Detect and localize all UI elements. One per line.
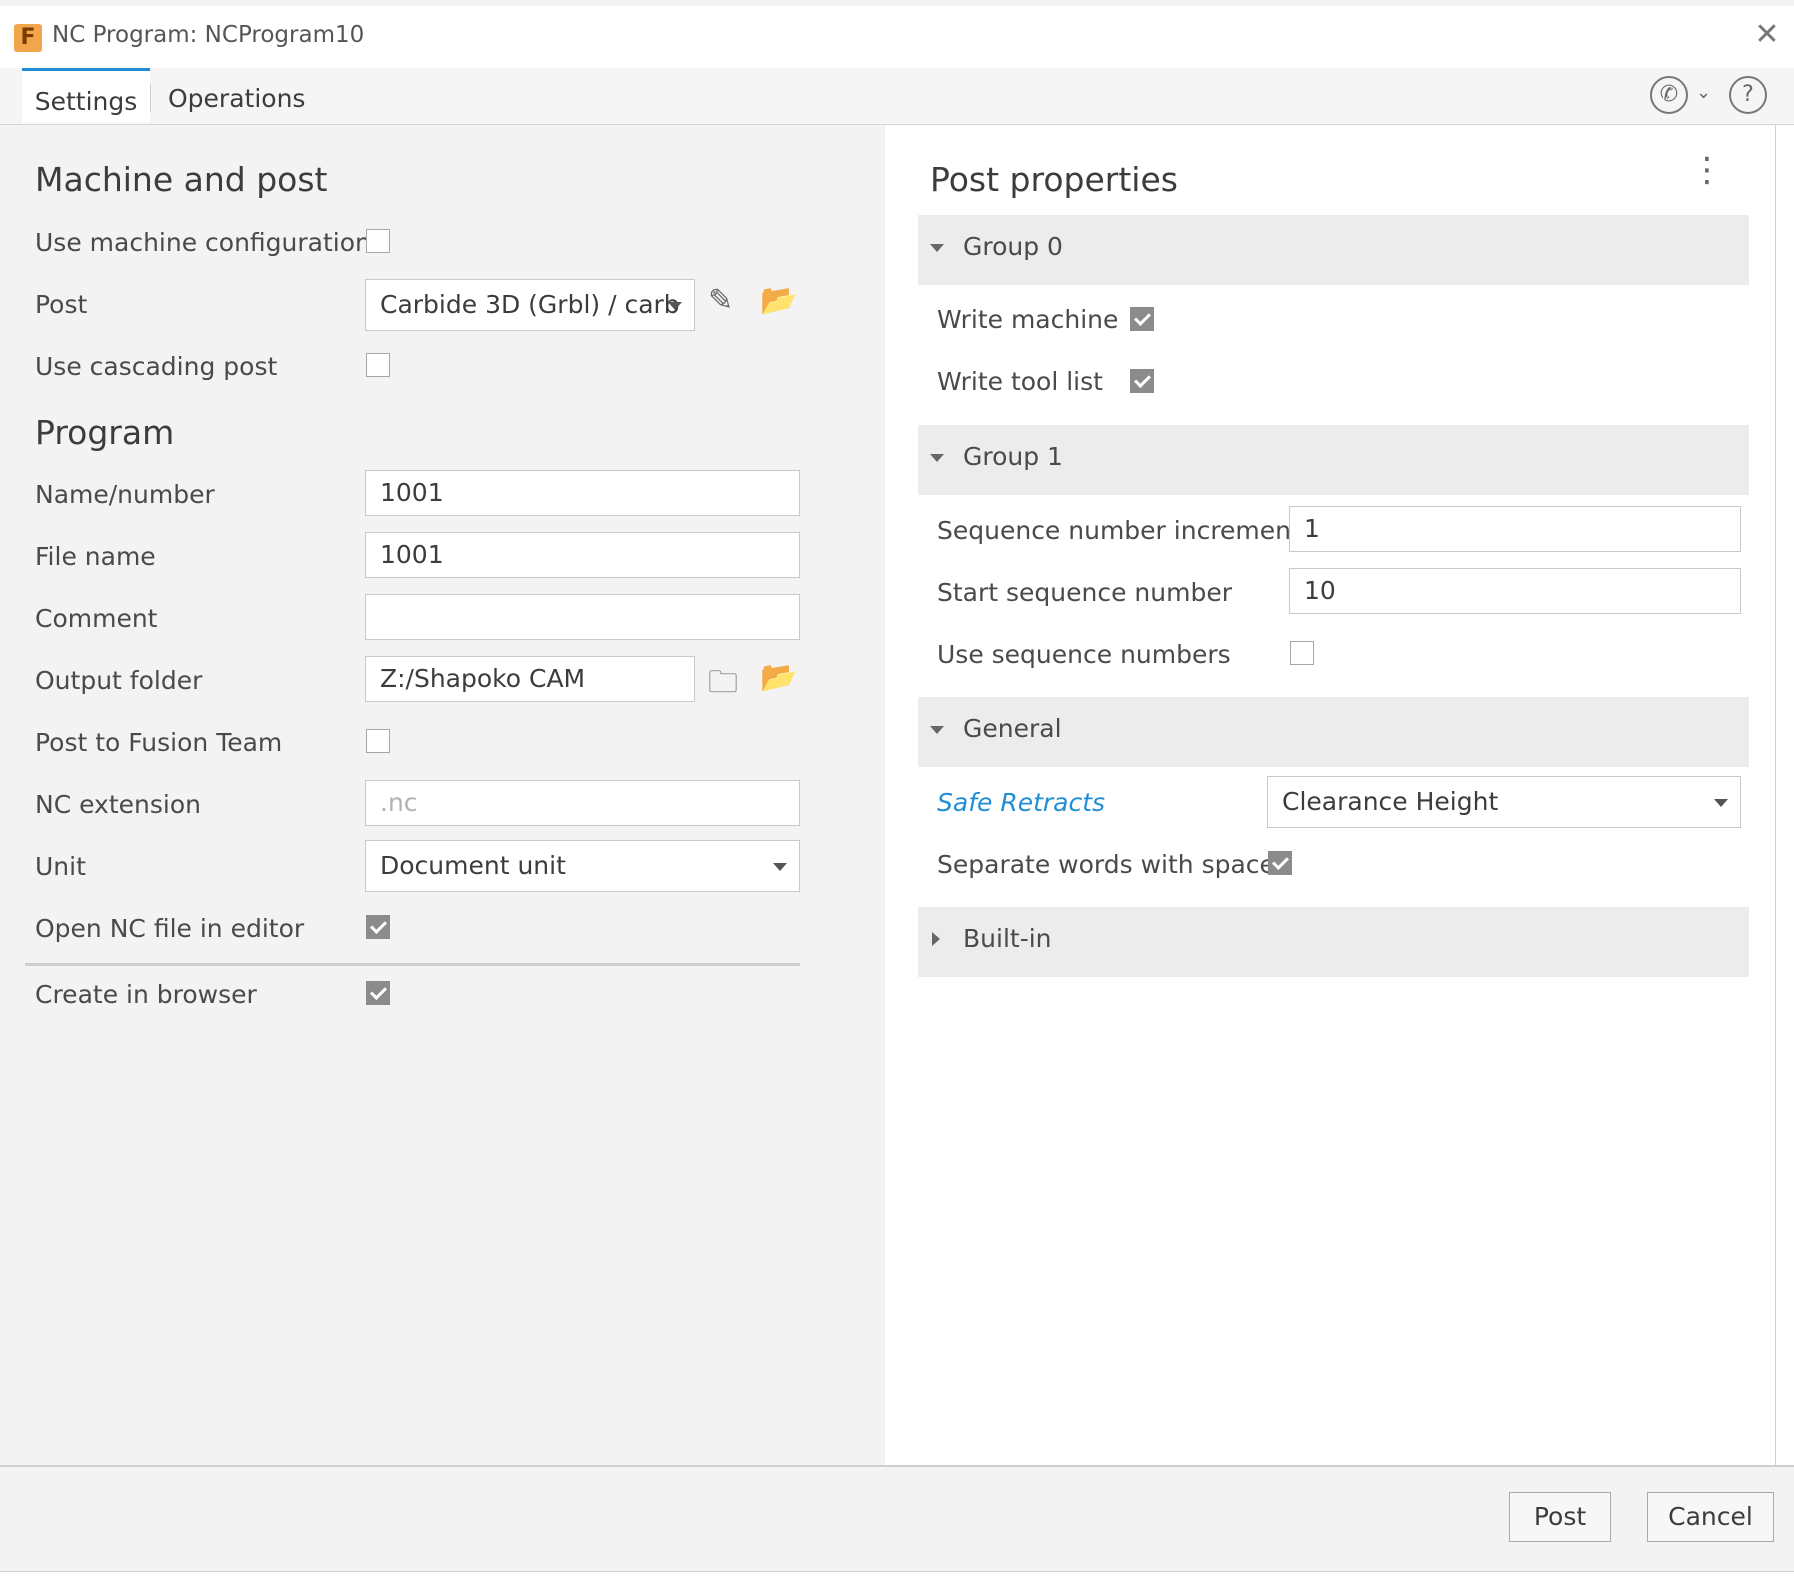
post-properties-title: Post properties	[930, 160, 1178, 199]
group-1-label: Group 1	[963, 442, 1063, 471]
use-sequence-numbers-label: Use sequence numbers	[937, 640, 1231, 669]
more-options-icon[interactable]: ⋮	[1690, 153, 1724, 187]
output-folder-input[interactable]: Z:/Shapoko CAM	[365, 656, 695, 702]
write-machine-label: Write machine	[937, 305, 1119, 334]
program-title: Program	[35, 413, 175, 452]
open-nc-editor-label: Open NC file in editor	[35, 914, 305, 943]
safe-retracts-select[interactable]: Clearance Height	[1267, 776, 1741, 828]
start-sequence-input[interactable]: 10	[1289, 568, 1741, 614]
sequence-increment-input[interactable]: 1	[1289, 506, 1741, 552]
open-folder-icon[interactable]: 📂	[760, 283, 797, 318]
create-in-browser-label: Create in browser	[35, 980, 257, 1009]
use-machine-config-checkbox[interactable]	[366, 229, 390, 253]
write-tool-list-label: Write tool list	[937, 367, 1103, 396]
tab-operations[interactable]: Operations	[168, 68, 305, 123]
title-bar: F NC Program: NCProgram10 ✕	[0, 6, 1794, 68]
nc-extension-input[interactable]: .nc	[365, 780, 800, 826]
fusion-app-icon: F	[14, 24, 42, 52]
file-name-input[interactable]: 1001	[365, 532, 800, 578]
output-folder-label: Output folder	[35, 666, 203, 695]
open-folder-icon[interactable]: 📂	[760, 660, 797, 695]
separate-words-label: Separate words with space	[937, 850, 1275, 879]
use-sequence-numbers-checkbox[interactable]	[1290, 641, 1314, 665]
tab-separator	[150, 84, 151, 112]
write-machine-checkbox[interactable]	[1130, 307, 1154, 331]
pencil-edit-icon[interactable]: ✎	[708, 283, 733, 318]
use-cascading-post-label: Use cascading post	[35, 352, 278, 381]
caret-down-icon	[930, 454, 944, 462]
unit-select[interactable]: Document unit	[365, 840, 800, 892]
post-to-fusion-team-checkbox[interactable]	[366, 729, 390, 753]
nc-extension-label: NC extension	[35, 790, 201, 819]
comment-label: Comment	[35, 604, 158, 633]
post-to-fusion-team-label: Post to Fusion Team	[35, 728, 283, 757]
built-in-label: Built-in	[963, 924, 1052, 953]
divider	[25, 963, 800, 966]
group-0-header[interactable]: Group 0	[918, 215, 1749, 285]
caret-right-icon	[932, 932, 940, 946]
safe-retracts-label[interactable]: Safe Retracts	[937, 788, 1105, 817]
caret-down-icon	[930, 726, 944, 734]
folder-view-icon[interactable]: 🗀	[708, 660, 738, 711]
unit-select-value: Document unit	[380, 851, 566, 880]
chevron-down-icon	[1714, 799, 1728, 807]
separate-words-checkbox[interactable]	[1268, 851, 1292, 875]
post-button[interactable]: Post	[1509, 1492, 1611, 1542]
chevron-down-icon	[773, 863, 787, 871]
group-1-header[interactable]: Group 1	[918, 425, 1749, 495]
post-select-value: Carbide 3D (Grbl) / carb	[380, 290, 680, 319]
general-label: General	[963, 714, 1062, 743]
machine-and-post-title: Machine and post	[35, 160, 328, 199]
help-icon[interactable]: ?	[1729, 76, 1767, 114]
group-0-label: Group 0	[963, 232, 1063, 261]
cancel-button[interactable]: Cancel	[1647, 1492, 1774, 1542]
phone-icon[interactable]: ✆	[1650, 76, 1688, 114]
post-label: Post	[35, 290, 88, 319]
comment-input[interactable]	[365, 594, 800, 640]
chevron-down-icon[interactable]: ⌄	[1696, 82, 1711, 103]
tab-settings[interactable]: Settings	[22, 68, 150, 123]
general-header[interactable]: General	[918, 697, 1749, 767]
open-nc-editor-checkbox[interactable]	[366, 915, 390, 939]
chevron-down-icon	[668, 302, 682, 310]
file-name-label: File name	[35, 542, 156, 571]
sequence-increment-label: Sequence number increment	[937, 516, 1301, 545]
close-icon[interactable]: ✕	[1752, 20, 1782, 50]
window-title: NC Program: NCProgram10	[52, 22, 365, 48]
write-tool-list-checkbox[interactable]	[1130, 369, 1154, 393]
use-cascading-post-checkbox[interactable]	[366, 353, 390, 377]
tab-bar: Settings Operations ✆ ⌄ ?	[0, 68, 1794, 125]
post-select[interactable]: Carbide 3D (Grbl) / carb	[365, 279, 695, 331]
use-machine-config-label: Use machine configuration	[35, 228, 371, 257]
caret-down-icon	[930, 244, 944, 252]
unit-label: Unit	[35, 852, 86, 881]
safe-retracts-value: Clearance Height	[1282, 787, 1499, 816]
create-in-browser-checkbox[interactable]	[366, 981, 390, 1005]
name-number-input[interactable]: 1001	[365, 470, 800, 516]
start-sequence-label: Start sequence number	[937, 578, 1233, 607]
built-in-header[interactable]: Built-in	[918, 907, 1749, 977]
name-number-label: Name/number	[35, 480, 215, 509]
